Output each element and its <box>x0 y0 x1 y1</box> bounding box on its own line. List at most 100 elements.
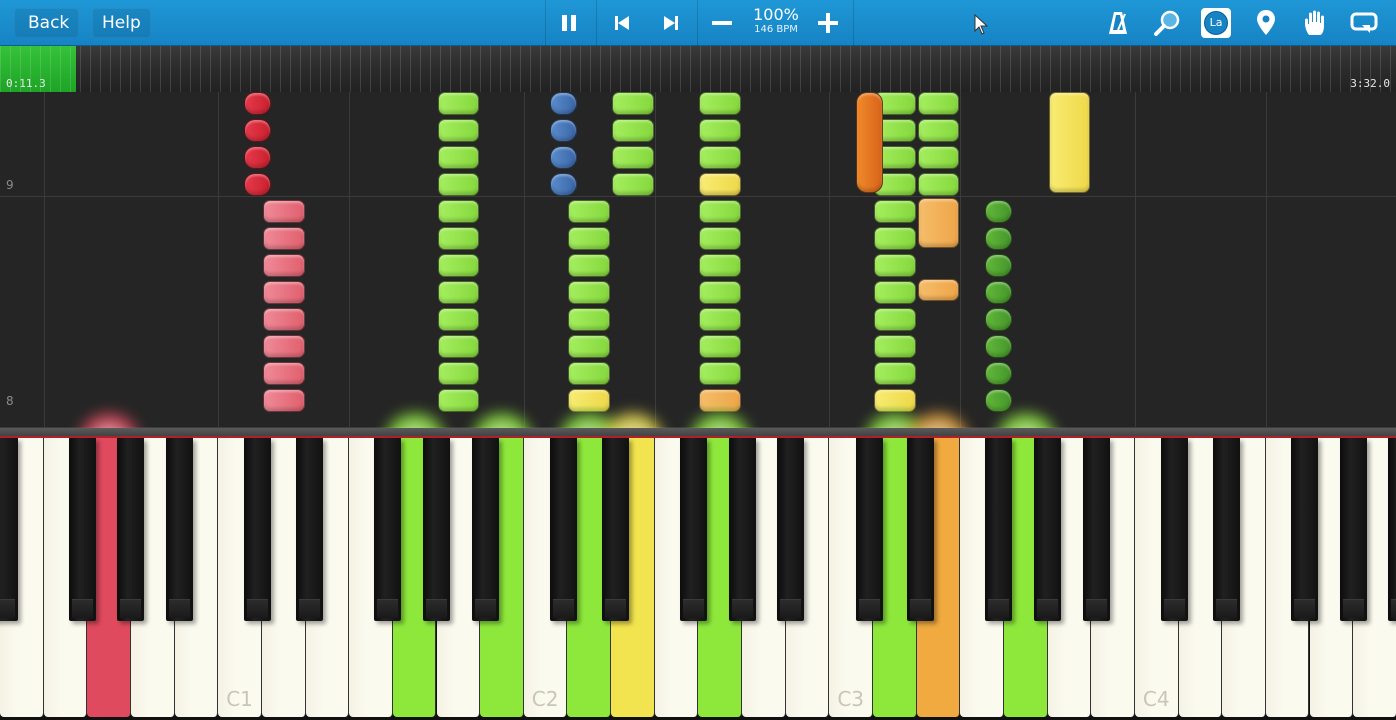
falling-note <box>612 119 654 142</box>
tempo-display: 100% 146 BPM <box>748 6 804 36</box>
falling-note <box>262 362 305 385</box>
falling-note <box>699 254 742 277</box>
falling-note <box>874 227 916 250</box>
falling-note <box>612 92 654 115</box>
falling-note <box>985 254 1013 277</box>
falling-note <box>262 281 305 304</box>
key-grid-line <box>524 92 525 428</box>
falling-note <box>874 281 916 304</box>
falling-note <box>985 281 1013 304</box>
black-key-f-sharp3[interactable] <box>985 438 1013 621</box>
falling-note <box>568 362 611 385</box>
falling-note <box>549 146 577 169</box>
note-hit-sparkle <box>466 408 537 428</box>
black-key-g-sharp2[interactable] <box>728 438 756 621</box>
back-button[interactable]: Back <box>14 8 80 38</box>
falling-note <box>917 279 960 301</box>
black-key-f-sharp2[interactable] <box>679 438 707 621</box>
falling-note <box>699 335 742 358</box>
falling-note <box>699 200 742 223</box>
falling-note <box>874 200 916 223</box>
magnifier-icon[interactable] <box>1152 8 1182 38</box>
octave-label: C1 <box>226 687 253 711</box>
falling-note <box>699 146 742 169</box>
black-key-a-sharp0[interactable] <box>166 438 194 621</box>
falling-note <box>437 200 480 223</box>
falling-note <box>917 146 960 169</box>
minus-icon[interactable] <box>707 8 737 38</box>
note-hit-sparkle <box>685 408 756 428</box>
falling-note <box>262 335 305 358</box>
falling-note <box>917 173 960 196</box>
falling-note <box>549 173 577 196</box>
falling-note <box>568 308 611 331</box>
falling-notes-area: 9 8 <box>0 92 1396 428</box>
key-grid-line <box>1135 92 1136 428</box>
falling-note <box>262 227 305 250</box>
falling-note <box>568 227 611 250</box>
falling-note <box>437 254 480 277</box>
falling-note <box>699 308 742 331</box>
falling-note <box>1048 92 1091 193</box>
hand-icon[interactable] <box>1300 8 1330 38</box>
falling-note <box>437 335 480 358</box>
falling-note <box>699 227 742 250</box>
black-key-c-sharp3[interactable] <box>855 438 883 621</box>
tempo-percent: 100% <box>753 5 799 24</box>
location-pin-icon[interactable] <box>1251 8 1281 38</box>
black-key-a-sharp2[interactable] <box>777 438 805 621</box>
falling-note <box>985 200 1013 223</box>
loop-icon[interactable] <box>1349 8 1379 38</box>
skip-forward-icon[interactable] <box>656 8 686 38</box>
black-key-c-sharp2[interactable] <box>549 438 577 621</box>
current-time: 0:11.3 <box>6 77 46 90</box>
skip-back-icon[interactable] <box>607 8 637 38</box>
black-key-d-sharp3[interactable] <box>907 438 935 621</box>
black-key-a-sharp1[interactable] <box>471 438 499 621</box>
falling-note <box>699 92 742 115</box>
key-grid-line <box>960 92 961 428</box>
falling-note <box>568 200 611 223</box>
black-key-d-sharp2[interactable] <box>601 438 629 621</box>
metronome-icon[interactable] <box>1103 8 1133 38</box>
black-key-f-sharp1[interactable] <box>374 438 402 621</box>
divider <box>596 0 597 46</box>
black-key-a-sharp4[interactable] <box>1388 438 1396 621</box>
black-key-d-sharp1[interactable] <box>296 438 324 621</box>
falling-note <box>874 335 916 358</box>
measure-number: 9 <box>6 178 14 192</box>
black-key-d-sharp0[interactable] <box>0 438 18 621</box>
falling-note <box>437 281 480 304</box>
plus-icon[interactable] <box>813 8 843 38</box>
falling-note <box>244 146 272 169</box>
black-key-g-sharp0[interactable] <box>117 438 145 621</box>
falling-note <box>549 92 577 115</box>
black-key-g-sharp3[interactable] <box>1034 438 1062 621</box>
song-progress-bar[interactable]: 0:11.3 3:32.0 <box>0 46 1396 92</box>
black-key-g-sharp1[interactable] <box>423 438 450 621</box>
falling-note <box>437 308 480 331</box>
black-key-a-sharp3[interactable] <box>1082 438 1110 621</box>
falling-note <box>244 119 272 142</box>
black-key-f-sharp0[interactable] <box>68 438 96 621</box>
key-grid-line <box>349 92 350 428</box>
black-key-f-sharp4[interactable] <box>1291 438 1318 621</box>
key-grid-line <box>218 92 219 428</box>
black-key-d-sharp4[interactable] <box>1212 438 1240 621</box>
falling-note <box>262 254 305 277</box>
help-button[interactable]: Help <box>92 8 151 38</box>
falling-note <box>874 254 916 277</box>
timeline-ticks <box>0 46 1396 92</box>
falling-note <box>985 335 1013 358</box>
note-label-icon[interactable]: La <box>1201 8 1231 38</box>
falling-note <box>437 362 480 385</box>
divider <box>853 0 854 46</box>
piano-keyboard: C1 C2 C3 C4 <box>0 438 1396 720</box>
pause-icon[interactable] <box>554 8 584 38</box>
black-key-c-sharp1[interactable] <box>244 438 272 621</box>
measure-number: 8 <box>6 394 14 408</box>
black-key-c-sharp4[interactable] <box>1161 438 1189 621</box>
black-key-g-sharp4[interactable] <box>1339 438 1367 621</box>
key-grid-line <box>829 92 830 428</box>
key-grid-line <box>1266 92 1267 428</box>
